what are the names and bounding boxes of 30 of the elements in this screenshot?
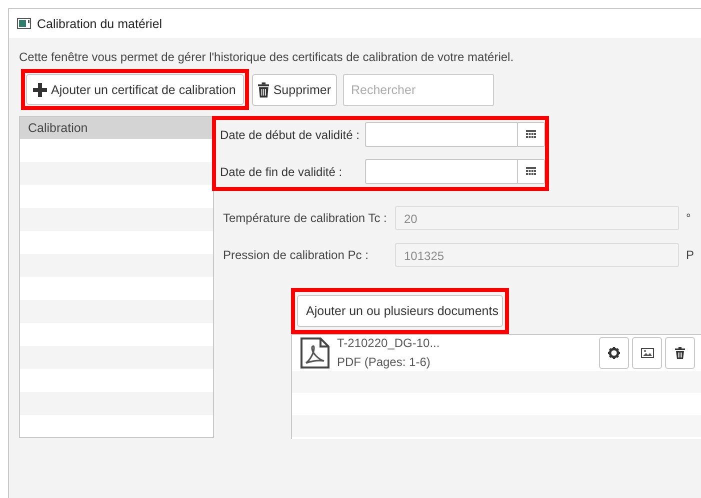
add-certificate-button[interactable]: Ajouter un certificat de calibration	[26, 74, 244, 105]
trash-icon	[675, 347, 685, 359]
description-text: Cette fenêtre vous permet de gérer l'historique des certificats de calibration de votre matériel.	[19, 50, 515, 64]
delete-document-button[interactable]	[665, 337, 695, 369]
unit-label: °	[686, 211, 691, 225]
delete-button[interactable]: Supprimer	[252, 74, 337, 106]
plus-icon	[33, 82, 47, 96]
window-icon	[17, 18, 31, 29]
calendar-button[interactable]	[517, 160, 544, 183]
column-header: Calibration	[20, 117, 213, 139]
field-label: Pression de calibration Pc :	[223, 248, 370, 262]
calendar-icon	[526, 167, 536, 176]
calendar-button[interactable]	[517, 123, 544, 146]
document-name: T-210220_DG-10...	[337, 335, 440, 352]
date-field[interactable]	[365, 159, 545, 184]
field-label: Température de calibration Tc :	[223, 211, 388, 225]
calendar-icon	[526, 130, 536, 139]
image-icon	[640, 348, 654, 358]
trash-icon	[258, 82, 270, 98]
add-documents-button[interactable]: Ajouter un ou plusieurs documents	[297, 295, 503, 327]
settings-icon	[608, 347, 620, 359]
settings-button[interactable]	[599, 337, 629, 369]
window-title: Calibration du matériel	[37, 16, 162, 30]
date-field[interactable]	[365, 122, 545, 147]
document-details: PDF (Pages: 1-6)	[337, 354, 432, 371]
field-label: Date de fin de validité :	[220, 164, 344, 178]
field-label: Date de début de validité :	[220, 128, 360, 142]
search-field[interactable]: Rechercher	[343, 74, 494, 106]
preview-button[interactable]	[632, 337, 662, 369]
unit-label: P	[686, 248, 694, 262]
